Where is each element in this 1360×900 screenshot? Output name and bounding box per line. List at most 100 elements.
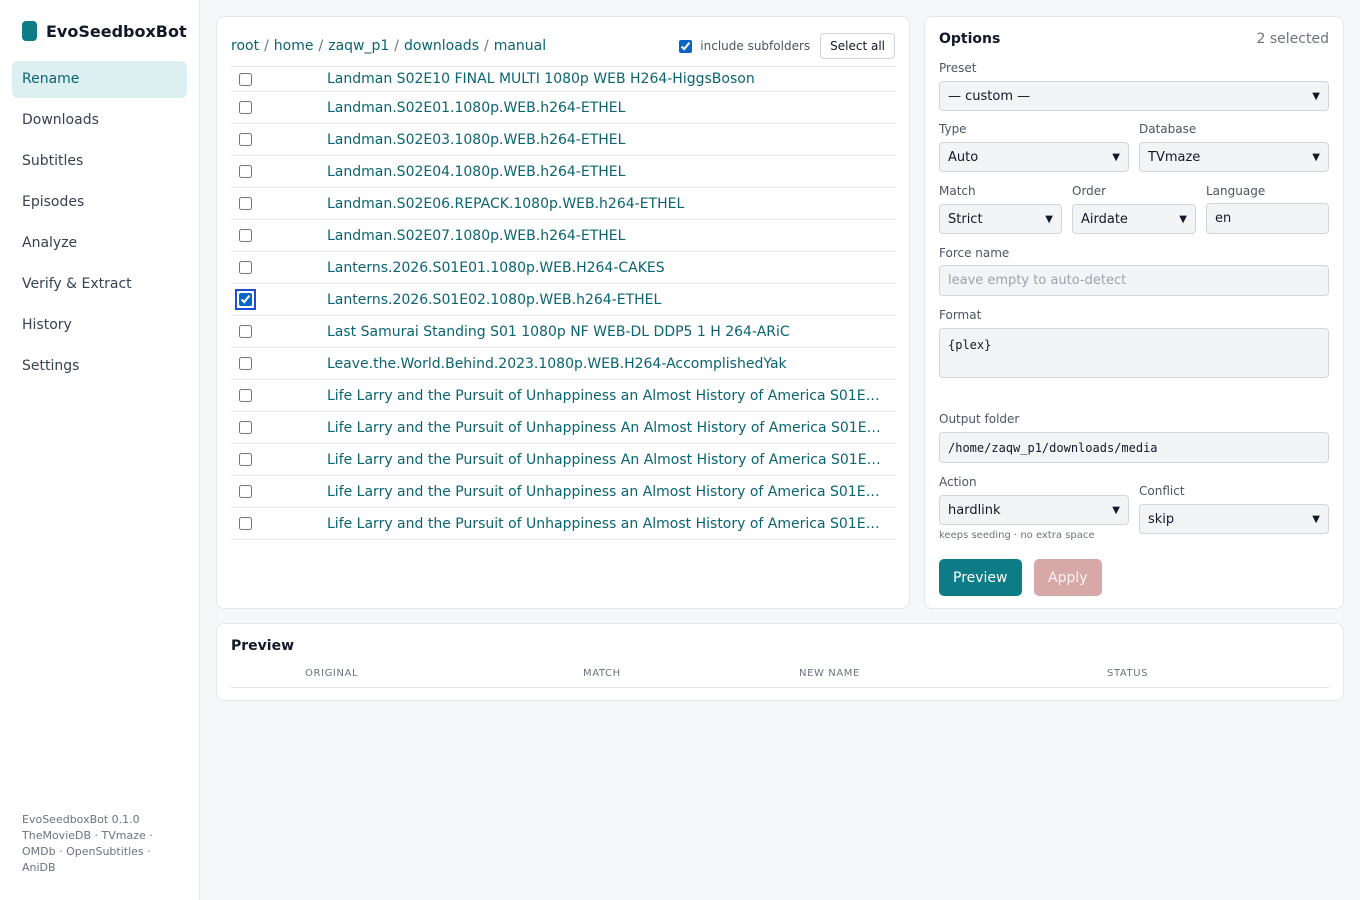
file-browser-actions: include subfolders Select all [679, 33, 895, 59]
chevron-down-icon: ▼ [1112, 504, 1120, 516]
order-label: Order [1072, 184, 1107, 198]
file-checkbox[interactable] [239, 325, 252, 338]
file-checkbox[interactable] [235, 289, 256, 310]
output-folder-input[interactable]: /home/zaqw_p1/downloads/media [939, 432, 1329, 463]
file-name[interactable]: Landman.S02E01.1080p.WEB.h264-ETHEL [327, 100, 882, 116]
chevron-down-icon: ▼ [1312, 90, 1320, 102]
file-name[interactable]: Landman.S02E03.1080p.WEB.h264-ETHEL [327, 132, 882, 148]
file-checkbox[interactable] [239, 389, 252, 402]
file-row[interactable]: Landman S02E10 FINAL MULTI 1080p WEB H26… [231, 66, 896, 92]
column-header-new-name: NEW NAME [799, 668, 860, 679]
sidebar-item-episodes[interactable]: Episodes [12, 184, 187, 221]
file-row[interactable]: Lanterns.2026.S01E01.1080p.WEB.H264-CAKE… [231, 252, 896, 284]
sidebar-item-history[interactable]: History [12, 307, 187, 344]
file-name[interactable]: Leave.the.World.Behind.2023.1080p.WEB.H2… [327, 356, 882, 372]
logo-icon [22, 21, 37, 41]
force-name-label: Force name [939, 246, 1010, 260]
format-textarea[interactable]: {plex} [939, 328, 1329, 378]
file-checkbox[interactable] [239, 72, 252, 86]
file-checkbox[interactable] [239, 133, 252, 146]
file-row[interactable]: Life Larry and the Pursuit of Unhappines… [231, 412, 896, 444]
file-row[interactable]: Landman.S02E03.1080p.WEB.h264-ETHEL [231, 124, 896, 156]
include-subfolders-checkbox[interactable] [679, 39, 693, 53]
preview-table-header: ORIGINAL MATCH NEW NAME STATUS [231, 668, 1329, 688]
file-browser-panel: root / home / zaqw_p1 / downloads / manu… [216, 16, 910, 609]
file-checkbox[interactable] [239, 197, 252, 210]
breadcrumb-separator: / [318, 38, 324, 54]
chevron-down-icon: ▼ [1312, 151, 1320, 163]
file-checkbox[interactable] [239, 357, 252, 370]
options-panel: Options 2 selected Preset — custom — ▼ T… [924, 16, 1344, 609]
breadcrumb-manual[interactable]: manual [494, 38, 546, 54]
sidebar-item-verify-extract[interactable]: Verify & Extract [12, 266, 187, 303]
sidebar-item-settings[interactable]: Settings [12, 348, 187, 385]
order-value: Airdate [1081, 211, 1128, 227]
file-name[interactable]: Life Larry and the Pursuit of Unhappines… [327, 452, 882, 468]
file-row[interactable]: Last Samurai Standing S01 1080p NF WEB-D… [231, 316, 896, 348]
file-row[interactable]: Landman.S02E01.1080p.WEB.h264-ETHEL [231, 92, 896, 124]
file-checkbox[interactable] [239, 261, 252, 274]
conflict-label: Conflict [1139, 484, 1185, 498]
action-label: Action [939, 475, 977, 489]
file-name[interactable]: Last Samurai Standing S01 1080p NF WEB-D… [327, 324, 882, 340]
sidebar-footer: EvoSeedboxBot 0.1.0 TheMovieDB · TVmaze … [22, 812, 187, 876]
breadcrumb-downloads[interactable]: downloads [404, 38, 479, 54]
file-name[interactable]: Lanterns.2026.S01E01.1080p.WEB.H264-CAKE… [327, 260, 882, 276]
file-row[interactable]: Lanterns.2026.S01E02.1080p.WEB.h264-ETHE… [231, 284, 896, 316]
preview-button[interactable]: Preview [939, 559, 1022, 596]
file-row[interactable]: Life Larry and the Pursuit of Unhappines… [231, 476, 896, 508]
database-select[interactable]: TVmaze ▼ [1139, 142, 1329, 172]
sidebar-item-analyze[interactable]: Analyze [12, 225, 187, 262]
sidebar-item-rename[interactable]: Rename [12, 61, 187, 98]
file-row[interactable]: Leave.the.World.Behind.2023.1080p.WEB.H2… [231, 348, 896, 380]
force-name-input[interactable]: leave empty to auto-detect [939, 265, 1329, 296]
conflict-select[interactable]: skip ▼ [1139, 504, 1329, 534]
file-checkbox[interactable] [239, 453, 252, 466]
file-checkbox[interactable] [239, 101, 252, 114]
breadcrumb-root[interactable]: root [231, 38, 259, 54]
file-name[interactable]: Life Larry and the Pursuit of Unhappines… [327, 516, 882, 532]
preset-label: Preset [939, 61, 977, 75]
file-name[interactable]: Landman.S02E06.REPACK.1080p.WEB.h264-ETH… [327, 196, 882, 212]
column-header-match: MATCH [583, 668, 621, 679]
include-subfolders-toggle[interactable]: include subfolders [679, 39, 810, 53]
file-row[interactable]: Landman.S02E04.1080p.WEB.h264-ETHEL [231, 156, 896, 188]
order-select[interactable]: Airdate ▼ [1072, 204, 1196, 234]
breadcrumb-separator: / [264, 38, 269, 54]
file-row[interactable]: Landman.S02E06.REPACK.1080p.WEB.h264-ETH… [231, 188, 896, 220]
language-input[interactable]: en [1206, 203, 1329, 234]
file-checkbox[interactable] [239, 485, 252, 498]
breadcrumb-separator: / [394, 38, 399, 54]
include-subfolders-label: include subfolders [700, 39, 811, 53]
breadcrumb-user[interactable]: zaqw_p1 [328, 38, 389, 54]
file-name[interactable]: Landman.S02E07.1080p.WEB.h264-ETHEL [327, 228, 882, 244]
file-row[interactable]: Life Larry and the Pursuit of Unhappines… [231, 380, 896, 412]
action-select[interactable]: hardlink ▼ [939, 495, 1129, 525]
file-name[interactable]: Lanterns.2026.S01E02.1080p.WEB.h264-ETHE… [327, 292, 882, 308]
chevron-down-icon: ▼ [1312, 513, 1320, 525]
type-select[interactable]: Auto ▼ [939, 142, 1129, 172]
apply-button[interactable]: Apply [1034, 559, 1102, 596]
file-row[interactable]: Life Larry and the Pursuit of Unhappines… [231, 444, 896, 476]
credits-line: AniDB [22, 861, 56, 874]
file-checkbox[interactable] [239, 517, 252, 530]
file-checkbox[interactable] [239, 421, 252, 434]
sidebar-item-subtitles[interactable]: Subtitles [12, 143, 187, 180]
credits-line: OMDb · OpenSubtitles · [22, 845, 151, 858]
brand[interactable]: EvoSeedboxBot [22, 21, 187, 41]
file-name[interactable]: Life Larry and the Pursuit of Unhappines… [327, 420, 882, 436]
file-name[interactable]: Landman.S02E04.1080p.WEB.h264-ETHEL [327, 164, 882, 180]
file-checkbox[interactable] [239, 165, 252, 178]
file-row[interactable]: Landman.S02E07.1080p.WEB.h264-ETHEL [231, 220, 896, 252]
file-row[interactable]: Life Larry and the Pursuit of Unhappines… [231, 508, 896, 540]
match-select[interactable]: Strict ▼ [939, 204, 1062, 234]
preset-select[interactable]: — custom — ▼ [939, 81, 1329, 111]
breadcrumb-home[interactable]: home [274, 38, 314, 54]
sidebar-item-downloads[interactable]: Downloads [12, 102, 187, 139]
preset-value: — custom — [948, 88, 1031, 104]
file-name[interactable]: Life Larry and the Pursuit of Unhappines… [327, 484, 882, 500]
file-checkbox[interactable] [239, 229, 252, 242]
file-name[interactable]: Landman S02E10 FINAL MULTI 1080p WEB H26… [327, 71, 882, 87]
select-all-button[interactable]: Select all [820, 33, 895, 59]
file-name[interactable]: Life Larry and the Pursuit of Unhappines… [327, 388, 882, 404]
